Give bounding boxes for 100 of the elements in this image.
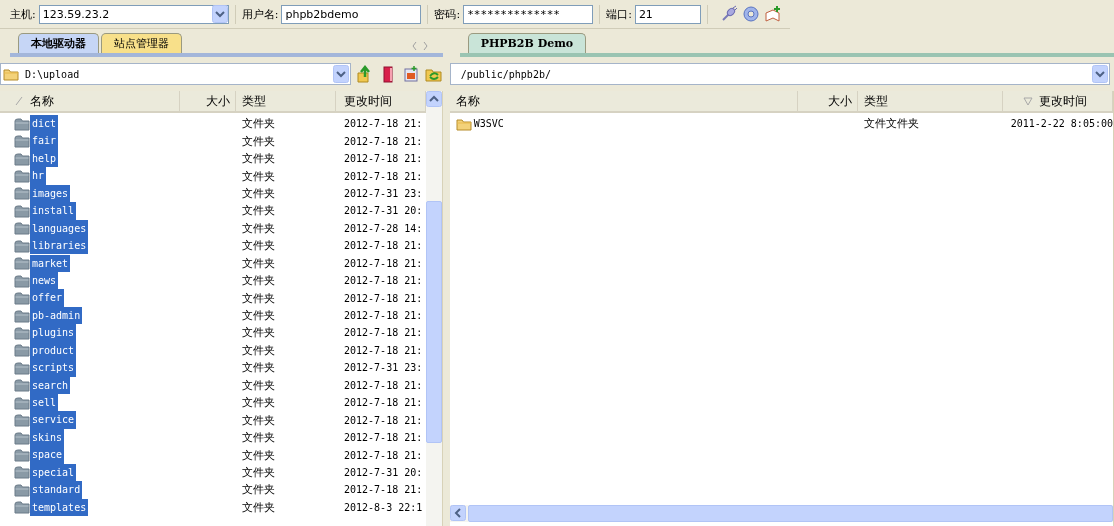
- modified-time: 2012-7-18 21:: [343, 170, 424, 182]
- folder-icon: [14, 378, 30, 393]
- folder-icon: [14, 465, 30, 480]
- file-name[interactable]: space: [30, 446, 65, 464]
- file-type: 文件夹: [241, 499, 276, 515]
- file-name[interactable]: pb-admin: [30, 306, 83, 325]
- file-type: 文件文件夹: [862, 116, 920, 132]
- modified-time: 2012-7-31 23:: [343, 187, 424, 199]
- modified-time: 2012-7-18 21:: [343, 275, 424, 287]
- file-type: 文件夹: [241, 342, 276, 358]
- folder-icon: [14, 448, 30, 463]
- host-combobox[interactable]: 123.59.23.2: [38, 4, 229, 24]
- port-field[interactable]: 21: [634, 4, 701, 24]
- folder-icon: [14, 221, 30, 236]
- column-header[interactable]: 大小: [797, 91, 858, 111]
- folder-icon[interactable]: [3, 67, 19, 81]
- sort-icon[interactable]: [1022, 96, 1033, 106]
- username-field[interactable]: phpb2bdemo: [281, 4, 422, 24]
- modified-time: 2012-7-18 21:: [343, 397, 424, 409]
- path-combobox[interactable]: D:\upload: [0, 63, 351, 85]
- column-header[interactable]: 更改时间: [336, 91, 426, 111]
- ring-icon[interactable]: [741, 5, 760, 23]
- field-label: 主机:: [10, 6, 36, 22]
- file-name[interactable]: fair: [30, 132, 59, 150]
- file-name[interactable]: standard: [30, 481, 83, 499]
- file-type: 文件夹: [241, 464, 276, 480]
- folder-icon: [455, 116, 472, 131]
- file-name[interactable]: W3SVC: [471, 115, 506, 133]
- file-type: 文件夹: [241, 360, 276, 376]
- modified-time: 2012-7-18 21:: [343, 292, 424, 304]
- modified-time: 2012-7-18 21:: [343, 310, 424, 322]
- modified-time: 2012-7-18 21:: [343, 257, 424, 269]
- file-type: 文件夹: [241, 151, 276, 167]
- file-type: 文件夹: [241, 203, 276, 219]
- modified-time: 2012-7-18 21:: [343, 153, 424, 165]
- password-field[interactable]: **************: [463, 4, 594, 24]
- folder-icon: [14, 151, 30, 166]
- file-type: 文件夹: [241, 308, 276, 324]
- dropdown-caret-icon[interactable]: [211, 5, 228, 23]
- file-name[interactable]: service: [30, 411, 77, 429]
- modified-time: 2012-7-31 20:: [343, 205, 424, 217]
- path-combobox[interactable]: /public/phpb2b/: [449, 63, 1110, 85]
- folder-icon: [14, 273, 30, 288]
- file-name[interactable]: dict: [30, 115, 59, 133]
- file-type: 文件夹: [241, 185, 276, 201]
- modified-time: 2012-8-3 22:1: [343, 501, 424, 513]
- column-header[interactable]: 大小: [180, 91, 236, 111]
- modified-time: 2012-7-18 21:: [343, 414, 424, 426]
- file-name[interactable]: sell: [30, 394, 59, 412]
- column-header[interactable]: 类型: [857, 91, 1003, 111]
- vertical-scrollbar[interactable]: [425, 91, 442, 526]
- folder-icon: [14, 500, 30, 515]
- sort-icon[interactable]: [14, 96, 24, 106]
- column-header[interactable]: 名称: [449, 91, 798, 111]
- file-name[interactable]: hr: [30, 167, 47, 185]
- modified-time: 2012-7-18 21:: [343, 240, 424, 252]
- pane-tab[interactable]: 站点管理器: [101, 33, 182, 53]
- file-name[interactable]: libraries: [30, 237, 89, 255]
- folder-icon: [14, 238, 30, 253]
- file-type: 文件夹: [241, 325, 276, 341]
- file-type: 文件夹: [241, 377, 276, 393]
- folder-icon: [14, 291, 30, 306]
- file-name[interactable]: templates: [30, 498, 89, 517]
- dropdown-caret-icon[interactable]: [332, 65, 349, 83]
- file-name[interactable]: languages: [30, 219, 89, 238]
- scroll-left-icon[interactable]: [449, 505, 466, 521]
- modified-time: 2012-7-18 21:: [343, 118, 424, 130]
- file-name[interactable]: plugins: [30, 324, 77, 342]
- file-type: 文件夹: [241, 255, 276, 271]
- tab-scroll-arrows-icon[interactable]: [410, 41, 429, 51]
- pane-tab[interactable]: 本地驱动器: [18, 33, 99, 53]
- file-type: 文件夹: [241, 168, 276, 184]
- file-name[interactable]: images: [30, 184, 71, 203]
- column-header[interactable]: 名称: [0, 91, 180, 111]
- folder-icon: [14, 116, 30, 131]
- file-name[interactable]: install: [30, 202, 77, 220]
- modified-time: 2011-2-22 8:05:00: [1009, 118, 1113, 130]
- folder-icon: [14, 343, 30, 358]
- book-plus-icon[interactable]: [763, 5, 782, 23]
- scroll-up-icon[interactable]: [425, 91, 442, 107]
- scroll-thumb[interactable]: [425, 201, 442, 443]
- modified-time: 2012-7-18 21:: [343, 484, 424, 496]
- file-name[interactable]: scripts: [30, 359, 77, 377]
- file-type: 文件夹: [241, 220, 276, 236]
- new-folder-icon[interactable]: [401, 65, 420, 83]
- column-header[interactable]: 类型: [236, 91, 336, 111]
- column-header[interactable]: 更改时间: [1002, 91, 1113, 111]
- file-name[interactable]: market: [30, 254, 71, 272]
- modified-time: 2012-7-18 21:: [343, 379, 424, 391]
- pane-tab[interactable]: PHPB2B Demo: [467, 33, 587, 53]
- file-name[interactable]: special: [30, 463, 77, 482]
- folder-icon: [14, 482, 30, 497]
- dropdown-caret-icon[interactable]: [1092, 65, 1108, 83]
- folder-icon: [14, 134, 30, 149]
- folder-icon: [14, 186, 30, 201]
- folder-icon: [14, 308, 30, 323]
- file-type: 文件夹: [241, 395, 276, 411]
- file-name[interactable]: offer: [30, 289, 65, 307]
- file-type: 文件夹: [241, 133, 276, 149]
- modified-time: 2012-7-31 23:: [343, 362, 424, 374]
